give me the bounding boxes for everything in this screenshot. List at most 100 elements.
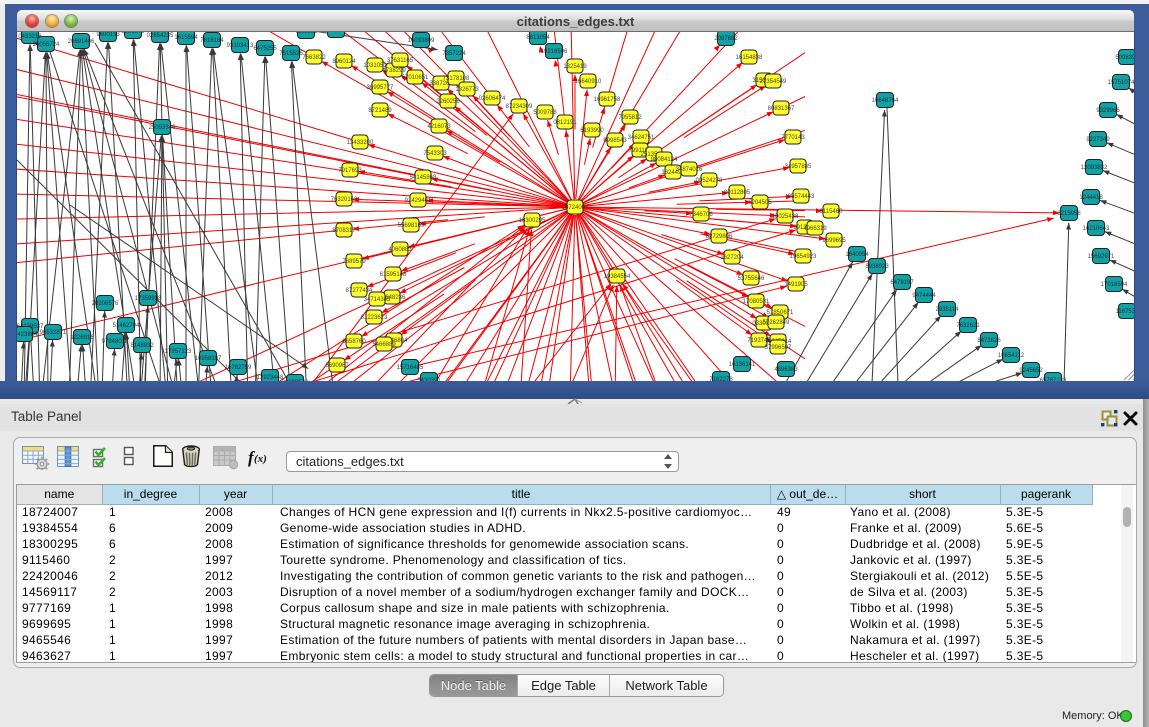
svg-text:4060883: 4060883 xyxy=(388,247,412,253)
svg-text:67010651: 67010651 xyxy=(402,75,429,81)
svg-text:37631165: 37631165 xyxy=(387,58,414,64)
svg-text:5430391: 5430391 xyxy=(417,378,441,381)
svg-text:72423884: 72423884 xyxy=(17,332,38,338)
svg-text:9227349: 9227349 xyxy=(1086,137,1110,143)
svg-text:6475255: 6475255 xyxy=(253,46,277,52)
svg-text:96532871: 96532871 xyxy=(40,330,67,336)
svg-text:12923448: 12923448 xyxy=(257,375,284,381)
svg-text:20206576: 20206576 xyxy=(92,301,119,307)
svg-text:62729806: 62729806 xyxy=(706,234,733,240)
svg-text:2935114: 2935114 xyxy=(936,307,960,313)
svg-text:1491905: 1491905 xyxy=(784,282,808,288)
svg-text:8471626: 8471626 xyxy=(977,338,1001,344)
svg-text:73178108: 73178108 xyxy=(443,76,470,82)
svg-text:5098393: 5098393 xyxy=(1115,55,1134,61)
svg-text:8215958: 8215958 xyxy=(1057,211,1081,217)
svg-text:4216073: 4216073 xyxy=(427,124,451,130)
svg-text:53755646: 53755646 xyxy=(738,276,765,282)
svg-text:17016504: 17016504 xyxy=(1101,282,1128,288)
svg-text:16648764: 16648764 xyxy=(872,98,899,104)
svg-text:12093832: 12093832 xyxy=(1081,165,1108,171)
svg-text:5466889: 5466889 xyxy=(372,342,396,348)
svg-text:80831367: 80831367 xyxy=(768,106,795,112)
svg-text:87234309: 87234309 xyxy=(506,104,533,110)
svg-text:7770143: 7770143 xyxy=(781,135,805,141)
svg-text:16154838: 16154838 xyxy=(736,55,763,61)
svg-text:6479197: 6479197 xyxy=(890,280,914,286)
svg-text:7543303: 7543303 xyxy=(423,151,447,157)
svg-text:9600133: 9600133 xyxy=(96,32,120,38)
svg-text:57262849: 57262849 xyxy=(763,320,790,326)
svg-text:8708317: 8708317 xyxy=(332,228,356,234)
svg-text:76320163: 76320163 xyxy=(331,197,358,203)
svg-text:6204505: 6204505 xyxy=(748,200,772,206)
svg-text:02654235: 02654235 xyxy=(147,33,174,39)
svg-text:7816184: 7816184 xyxy=(200,38,224,44)
svg-text:2260256: 2260256 xyxy=(436,99,460,105)
svg-text:34624751: 34624751 xyxy=(628,135,655,141)
svg-text:4966319: 4966319 xyxy=(803,226,827,232)
svg-text:19654923: 19654923 xyxy=(790,254,817,260)
svg-text:1325419: 1325419 xyxy=(563,64,587,70)
svg-text:28809570: 28809570 xyxy=(282,380,309,381)
svg-text:37996507: 37996507 xyxy=(765,345,792,351)
svg-text:20691406: 20691406 xyxy=(68,39,95,45)
svg-text:16210643: 16210643 xyxy=(1083,226,1110,232)
svg-text:34714345: 34714345 xyxy=(364,297,391,303)
svg-text:18300295: 18300295 xyxy=(519,218,546,224)
svg-text:97848018: 97848018 xyxy=(102,339,129,345)
svg-text:16136141: 16136141 xyxy=(729,362,756,368)
svg-text:17080531: 17080531 xyxy=(743,299,770,305)
svg-text:7889579: 7889579 xyxy=(342,259,366,265)
svg-text:1167534: 1167534 xyxy=(1116,309,1134,315)
svg-text:36995777: 36995777 xyxy=(367,85,394,91)
svg-text:19384554: 19384554 xyxy=(604,274,631,280)
svg-text:6690967: 6690967 xyxy=(325,363,349,369)
svg-text:80112805: 80112805 xyxy=(724,190,751,196)
svg-text:02606474: 02606474 xyxy=(479,96,506,102)
svg-text:13433200: 13433200 xyxy=(347,140,374,146)
svg-text:15716485: 15716485 xyxy=(397,365,424,371)
svg-text:16640910: 16640910 xyxy=(575,79,602,85)
svg-text:7955812: 7955812 xyxy=(618,115,642,121)
svg-text:64835030: 64835030 xyxy=(323,32,350,34)
svg-text:81223623: 81223623 xyxy=(361,315,388,321)
svg-text:19218506: 19218506 xyxy=(541,49,568,55)
svg-text:1226916: 1226916 xyxy=(70,335,94,341)
svg-text:34874016: 34874016 xyxy=(676,167,703,173)
svg-text:8960124: 8960124 xyxy=(332,59,356,65)
svg-text:85574443: 85574443 xyxy=(788,194,815,200)
svg-text:8938923: 8938923 xyxy=(865,264,889,270)
svg-text:6658760: 6658760 xyxy=(342,339,366,345)
svg-text:7917693: 7917693 xyxy=(338,168,362,174)
svg-text:10958107: 10958107 xyxy=(195,356,222,362)
svg-text:1615594: 1615594 xyxy=(174,35,198,41)
svg-text:65787133: 65787133 xyxy=(1040,378,1067,381)
svg-text:8148932: 8148932 xyxy=(130,343,154,349)
svg-text:10025438: 10025438 xyxy=(772,214,799,220)
svg-text:2087682: 2087682 xyxy=(714,36,738,42)
svg-text:(x): (x) xyxy=(254,453,267,465)
svg-text:17359928: 17359928 xyxy=(135,296,162,302)
svg-text:6998543: 6998543 xyxy=(603,138,627,144)
svg-text:9329966: 9329966 xyxy=(1096,108,1120,114)
svg-text:51462704: 51462704 xyxy=(113,323,140,329)
svg-text:18724007: 18724007 xyxy=(562,205,589,211)
svg-text:55698169: 55698169 xyxy=(398,223,425,229)
svg-text:24055724: 24055724 xyxy=(33,42,60,48)
svg-text:7663822: 7663822 xyxy=(302,55,326,61)
svg-text:7182278: 7182278 xyxy=(709,377,733,381)
svg-text:54145868: 54145868 xyxy=(410,175,437,181)
svg-text:15751074: 15751074 xyxy=(1108,80,1134,86)
svg-text:7632621: 7632621 xyxy=(956,323,980,329)
svg-text:9474444: 9474444 xyxy=(912,293,936,299)
svg-text:4192832: 4192832 xyxy=(294,32,318,35)
svg-text:1627204: 1627204 xyxy=(720,255,744,261)
svg-text:9699695: 9699695 xyxy=(822,238,846,244)
svg-text:15692971: 15692971 xyxy=(1088,254,1115,260)
svg-text:7346706: 7346706 xyxy=(689,212,713,218)
svg-text:8721489: 8721489 xyxy=(368,108,392,114)
svg-text:0812191: 0812191 xyxy=(553,120,577,126)
svg-text:5009788: 5009788 xyxy=(533,110,557,116)
svg-text:98084124: 98084124 xyxy=(651,157,678,163)
